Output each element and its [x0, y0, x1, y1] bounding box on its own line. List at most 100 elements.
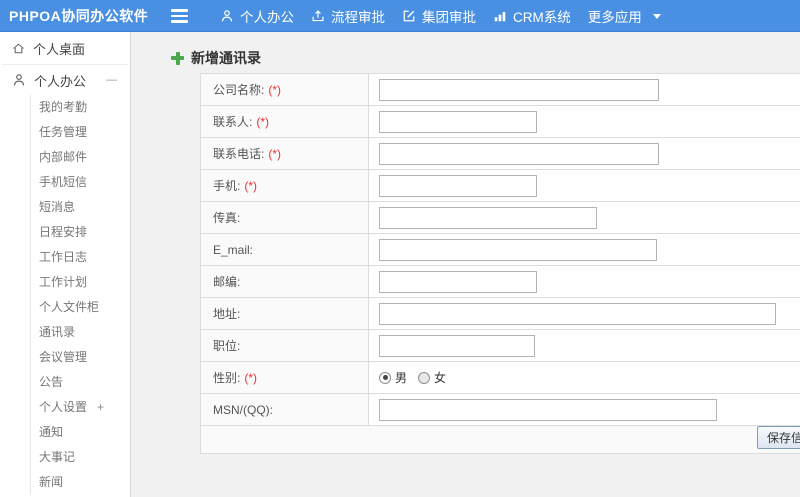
field-cell-position [369, 330, 800, 361]
postal-code-input[interactable] [379, 270, 537, 293]
field-label-msn-qq: MSN/(QQ): [201, 394, 369, 425]
field-label-address: 地址: [201, 298, 369, 329]
sidebar-item-milestones[interactable]: 大事记 [31, 445, 130, 470]
nav-item-label: 个人办公 [240, 10, 294, 25]
form-row-address: 地址: [201, 298, 800, 330]
gender-option-女[interactable]: 女 [418, 369, 446, 386]
field-label-text: MSN/(QQ): [213, 402, 273, 417]
sidebar-section-personal-office[interactable]: 个人办公 — [0, 65, 130, 95]
required-marker: (*) [244, 178, 258, 193]
top-header: PHPOA协同办公软件 个人办公 流程审批 集团审批 CRM系统 更多应用 [0, 0, 800, 32]
sidebar-item-meeting-management[interactable]: 会议管理 [31, 345, 130, 370]
sidebar-item-label: 会议管理 [39, 350, 88, 364]
sidebar-item-personal-settings[interactable]: 个人设置 + [31, 395, 130, 420]
sidebar-item-announcement[interactable]: 公告 [31, 370, 130, 395]
gender-option-男[interactable]: 男 [379, 369, 407, 386]
nav-item-label: 更多应用 [587, 10, 642, 25]
sidebar-item-task-management[interactable]: 任务管理 [31, 120, 130, 145]
field-label-contact-person: 联系人: (*) [201, 106, 369, 137]
expand-plus-icon[interactable]: + [97, 400, 104, 414]
collapse-minus-icon[interactable]: — [106, 65, 117, 95]
form-row-contact-person: 联系人: (*) [201, 106, 800, 138]
page-title: 新增通讯录 [171, 48, 261, 68]
msn-qq-input[interactable] [379, 398, 717, 421]
edit-icon [402, 9, 416, 23]
sidebar-item-label: 任务管理 [39, 125, 88, 139]
page-title-text: 新增通讯录 [191, 50, 261, 66]
field-label-text: E_mail: [213, 242, 254, 257]
home-icon [12, 42, 25, 55]
nav-item-workflow-approval[interactable]: 流程审批 [309, 6, 387, 26]
sidebar-item-label: 大事记 [39, 450, 76, 464]
radio-label: 女 [434, 371, 447, 385]
sidebar-item-personal-desktop[interactable]: 个人桌面 [0, 32, 130, 64]
field-cell-contact-person [369, 106, 800, 137]
add-plus-icon [171, 51, 184, 65]
sidebar-item-label: 新闻 [39, 475, 64, 489]
contact-phone-input[interactable] [379, 142, 659, 165]
form-row-msn-qq: MSN/(QQ): [201, 394, 800, 426]
sidebar-item-work-plan[interactable]: 工作计划 [31, 270, 130, 295]
field-cell-mobile [369, 170, 800, 201]
field-label-fax: 传真: [201, 202, 369, 233]
field-label-text: 联系人: [213, 115, 253, 129]
nav-item-more-apps[interactable]: 更多应用 [586, 6, 663, 26]
sidebar-item-work-log[interactable]: 工作日志 [31, 245, 130, 270]
app-logo: PHPOA协同办公软件 [9, 7, 149, 24]
field-label-gender: 性别: (*) [201, 362, 369, 393]
field-label-text: 职位: [213, 339, 241, 353]
sidebar-item-schedule[interactable]: 日程安排 [31, 220, 130, 245]
field-cell-fax [369, 202, 800, 233]
form-row-fax: 传真: [201, 202, 800, 234]
field-cell-address [369, 298, 800, 329]
nav-item-group-approval[interactable]: 集团审批 [400, 6, 478, 26]
sidebar-item-personal-file-cabinet[interactable]: 个人文件柜 [31, 295, 130, 320]
nav-item-label: 流程审批 [331, 10, 385, 25]
sidebar-item-label: 手机短信 [39, 175, 88, 189]
sidebar-item-contacts[interactable]: 通讯录 [31, 320, 130, 345]
address-input[interactable] [379, 302, 776, 325]
sidebar-item-internal-mail[interactable]: 内部邮件 [31, 145, 130, 170]
sidebar-item-label: 通知 [39, 425, 64, 439]
mobile-input[interactable] [379, 174, 537, 197]
user-icon [12, 73, 26, 87]
radio-unchecked-icon[interactable] [418, 371, 431, 384]
sidebar-menu: 我的考勤任务管理内部邮件手机短信短消息日程安排工作日志工作计划个人文件柜通讯录会… [30, 95, 130, 495]
sidebar-item-label: 短消息 [39, 200, 76, 214]
field-cell-postal-code [369, 266, 800, 297]
user-icon [220, 9, 234, 23]
hamburger-menu-icon[interactable] [171, 9, 188, 26]
email-input[interactable] [379, 238, 657, 261]
contact-person-input[interactable] [379, 110, 537, 133]
sidebar-item-mobile-sms[interactable]: 手机短信 [31, 170, 130, 195]
required-marker: (*) [268, 82, 282, 97]
form-row-email: E_mail: [201, 234, 800, 266]
sidebar-item-my-attendance[interactable]: 我的考勤 [31, 95, 130, 120]
sidebar-item-label: 工作日志 [39, 250, 88, 264]
sidebar-item-label: 通讯录 [39, 325, 76, 339]
form-row-contact-phone: 联系电话: (*) [201, 138, 800, 170]
radio-checked-icon[interactable] [379, 371, 391, 384]
field-label-text: 联系电话: [213, 147, 265, 161]
position-input[interactable] [379, 334, 535, 357]
field-label-postal-code: 邮编: [201, 266, 369, 297]
field-cell-company-name [369, 74, 800, 105]
sidebar-item-label: 内部邮件 [39, 150, 88, 164]
company-name-input[interactable] [379, 78, 659, 101]
field-cell-msn-qq [369, 394, 800, 425]
fax-input[interactable] [379, 206, 597, 229]
nav-item-crm-system[interactable]: CRM系统 [491, 6, 573, 26]
sidebar-item-notification[interactable]: 通知 [31, 420, 130, 445]
sidebar: 个人桌面 个人办公 — 我的考勤任务管理内部邮件手机短信短消息日程安排工作日志工… [0, 32, 131, 497]
save-button[interactable]: 保存信息 [757, 426, 800, 449]
radio-label: 男 [395, 371, 408, 385]
sidebar-item-short-message[interactable]: 短消息 [31, 195, 130, 220]
sidebar-item-label: 个人文件柜 [39, 300, 100, 314]
nav-item-personal-office[interactable]: 个人办公 [218, 6, 296, 26]
form-footer-row [201, 426, 800, 454]
field-cell-gender: 男女 [369, 362, 800, 393]
field-label-text: 手机: [213, 179, 241, 193]
sidebar-item-news[interactable]: 新闻 [31, 470, 130, 495]
sidebar-section-label: 个人办公 [34, 73, 87, 89]
form-row-gender: 性别: (*) 男女 [201, 362, 800, 394]
